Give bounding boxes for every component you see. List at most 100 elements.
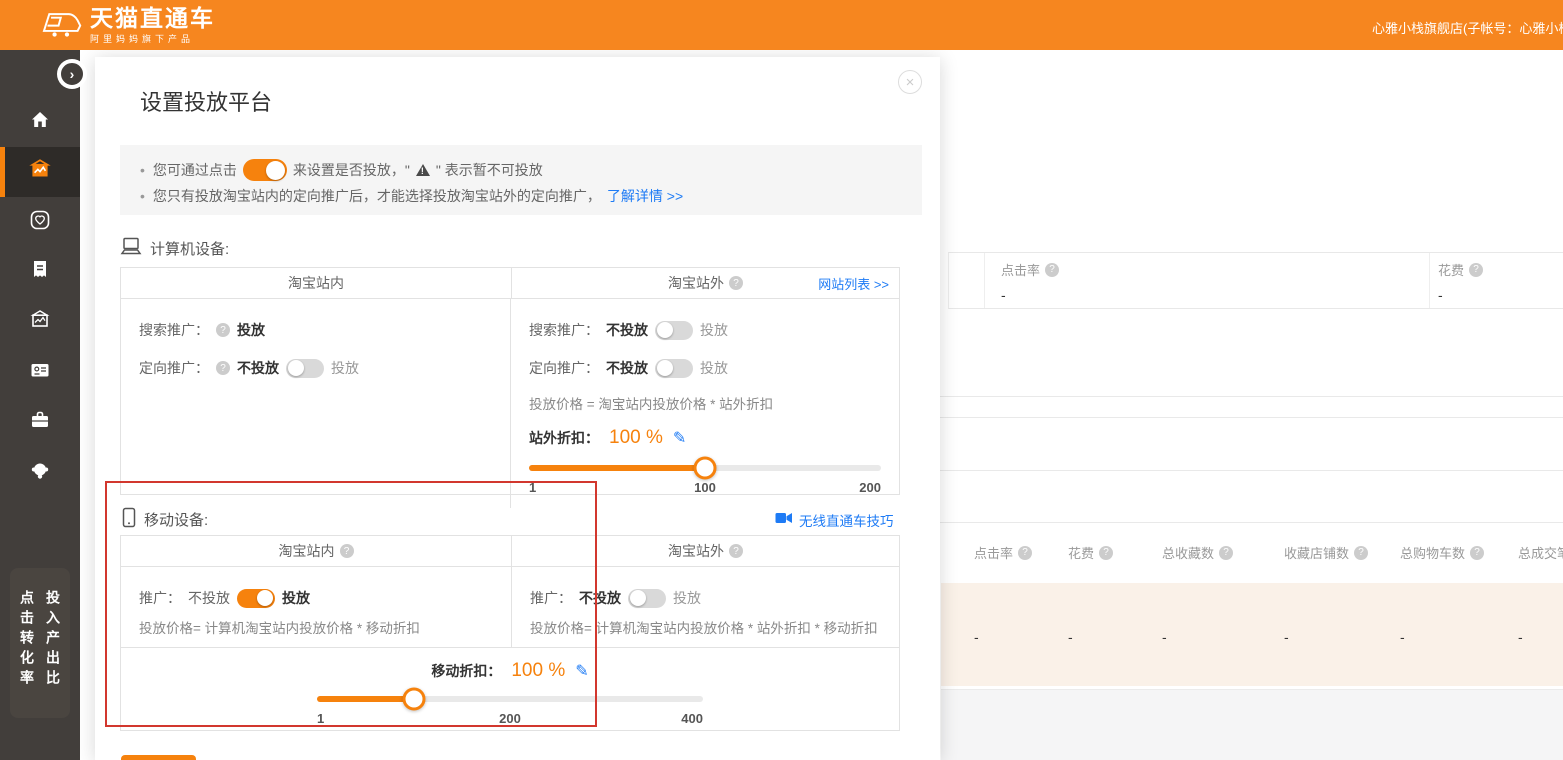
site-list-link[interactable]: 网站列表 >> (818, 274, 889, 293)
metric-roi-label: 投入产出比 (43, 590, 63, 718)
sidebar-expand-button[interactable]: › (57, 59, 87, 89)
edit-icon[interactable]: ✎ (673, 428, 686, 448)
mobile-out-formula: 投放价格= 计算机淘宝站内投放价格 * 站外折扣 * 移动折扣 (530, 619, 881, 639)
slider-scale: 1 100 200 (529, 480, 881, 496)
col-header-deals: 总成交笔? (1518, 543, 1563, 562)
train-icon (36, 6, 82, 45)
phone-icon (122, 507, 136, 532)
help-icon[interactable]: ? (340, 544, 354, 558)
app-title: 天猫直通车 (90, 6, 215, 30)
col-header-shopfav: 收藏店铺数? (1284, 543, 1368, 562)
cell-value: - (1284, 629, 1289, 645)
metric-ctr-label: 点击转化率 (17, 590, 37, 718)
divider (935, 470, 1563, 471)
help-icon[interactable]: ? (1099, 546, 1113, 560)
id-card-icon (28, 358, 52, 387)
confirm-button[interactable] (121, 755, 196, 760)
cell-value: - (1400, 629, 1405, 645)
computer-out-search-toggle[interactable] (655, 321, 693, 340)
summary-table: 点击率? - 花费? - (948, 252, 1563, 309)
mobile-out-cell: 推广： 不投放 投放 投放价格= 计算机淘宝站内投放价格 * 站外折扣 * 移动… (511, 567, 899, 647)
computer-in-target-toggle[interactable] (286, 359, 324, 378)
notice-line1-c: " 表示暂不可投放 (436, 160, 543, 180)
computer-out-target-toggle[interactable] (655, 359, 693, 378)
out-discount-slider[interactable] (529, 465, 881, 471)
learn-more-link[interactable]: 了解详情 >> (607, 186, 683, 206)
help-icon[interactable]: ? (729, 544, 743, 558)
picture-outline-icon (28, 308, 52, 337)
mobile-in-cell: 推广： 不投放 投放 投放价格= 计算机淘宝站内投放价格 * 移动折扣 (121, 567, 511, 647)
promo-label: 推广： (139, 588, 181, 608)
help-icon[interactable]: ? (1354, 546, 1368, 560)
summary-ctr-label: 点击率 (1001, 260, 1040, 279)
mobile-discount-slider[interactable] (317, 696, 703, 702)
heart-icon (28, 208, 52, 237)
help-icon[interactable]: ? (216, 361, 230, 375)
mobile-in-toggle[interactable] (237, 589, 275, 608)
search-promo-label: 搜索推广： (529, 320, 599, 340)
help-icon[interactable]: ? (1219, 546, 1233, 560)
out-discount-label: 站外折扣： (529, 428, 599, 448)
account-name[interactable]: 心雅小栈旗舰店(子帐号：心雅小栈 (1372, 18, 1563, 37)
bullet-icon: • (140, 188, 145, 204)
table-row: - - - - - - (941, 583, 1563, 686)
summary-cost-label: 花费 (1438, 260, 1464, 279)
promo-label: 推广： (530, 588, 572, 608)
summary-ctr-value: - (1001, 287, 1059, 303)
close-icon[interactable]: × (898, 70, 922, 94)
chevron-right-icon: › (70, 67, 75, 81)
computer-platform-table: 淘宝站内 淘宝站外? 网站列表 >> 搜索推广： ? 投放 定向推广： ? (120, 267, 900, 495)
sidebar-item-home[interactable] (0, 97, 80, 147)
target-promo-label: 定向推广： (529, 358, 599, 378)
cell-value: - (1518, 629, 1523, 645)
computer-out-cell: 搜索推广： 不投放 投放 定向推广： 不投放 投放 投放价格 = 淘宝站内投放价… (510, 299, 899, 508)
table-row-empty (941, 689, 1563, 760)
sidebar-metric-panel[interactable]: 点击转化率 投入产出比 (10, 568, 70, 718)
search-promo-state: 投放 (237, 320, 265, 340)
wireless-tips-link[interactable]: 无线直通车技巧 (775, 510, 894, 530)
set-platform-dialog: 设置投放平台 × • 您可通过点击 来设置是否投放，" ! " 表示暂不可投放 … (95, 57, 940, 760)
home-icon (28, 108, 52, 137)
sidebar: 点击转化率 投入产出比 (0, 50, 80, 760)
cell-value: - (1162, 629, 1167, 645)
computer-taobao-in-header: 淘宝站内 (121, 268, 511, 298)
sidebar-item-tools[interactable] (0, 397, 80, 447)
sidebar-item-profile[interactable] (0, 447, 80, 497)
help-icon[interactable]: ? (1045, 263, 1059, 277)
help-icon[interactable]: ? (1470, 546, 1484, 560)
help-icon[interactable]: ? (1469, 263, 1483, 277)
app-logo[interactable]: 天猫直通车 阿里妈妈旗下产品 (36, 6, 215, 45)
mobile-platform-table: 淘宝站内? 淘宝站外? 推广： 不投放 投放 投放价格= 计算机淘宝站内投放价格… (120, 535, 900, 731)
mobile-taobao-in-header: 淘宝站内? (121, 536, 511, 566)
computer-taobao-out-header: 淘宝站外? 网站列表 >> (511, 268, 899, 298)
receipt-icon (28, 258, 52, 287)
help-icon[interactable]: ? (216, 323, 230, 337)
sidebar-item-campaign-active[interactable] (0, 147, 80, 197)
slider-knob[interactable] (402, 688, 425, 711)
col-header-fav: 总收藏数? (1162, 543, 1233, 562)
sidebar-item-favorites[interactable] (0, 197, 80, 247)
mobile-discount-value: 100 % (511, 660, 565, 682)
mobile-out-toggle[interactable] (628, 589, 666, 608)
col-header-ctr: 点击率? (974, 543, 1032, 562)
help-icon[interactable]: ? (729, 276, 743, 290)
col-header-cart: 总购物车数? (1400, 543, 1484, 562)
out-price-formula: 投放价格 = 淘宝站内投放价格 * 站外折扣 (529, 395, 881, 415)
help-icon[interactable]: ? (1018, 546, 1032, 560)
notice-line1-b: 来设置是否投放，" (293, 160, 410, 180)
sidebar-item-creative[interactable] (0, 297, 80, 347)
slider-knob[interactable] (694, 457, 717, 480)
bullet-icon: • (140, 162, 145, 178)
picture-banner-icon (27, 157, 53, 188)
computer-in-cell: 搜索推广： ? 投放 定向推广： ? 不投放 投放 (121, 299, 510, 508)
top-bar: 天猫直通车 阿里妈妈旗下产品 心雅小栈旗舰店(子帐号：心雅小栈 (0, 0, 1563, 50)
user-icon (28, 458, 52, 487)
edit-icon[interactable]: ✎ (575, 661, 588, 681)
mobile-section-header: 移动设备: (122, 507, 208, 532)
search-promo-label: 搜索推广： (139, 320, 209, 340)
sidebar-item-account-card[interactable] (0, 347, 80, 397)
briefcase-icon (28, 408, 52, 437)
mobile-discount-row: 移动折扣： 100 % ✎ 1 200 400 (121, 648, 899, 727)
sidebar-item-reports[interactable] (0, 247, 80, 297)
video-icon (775, 511, 793, 530)
